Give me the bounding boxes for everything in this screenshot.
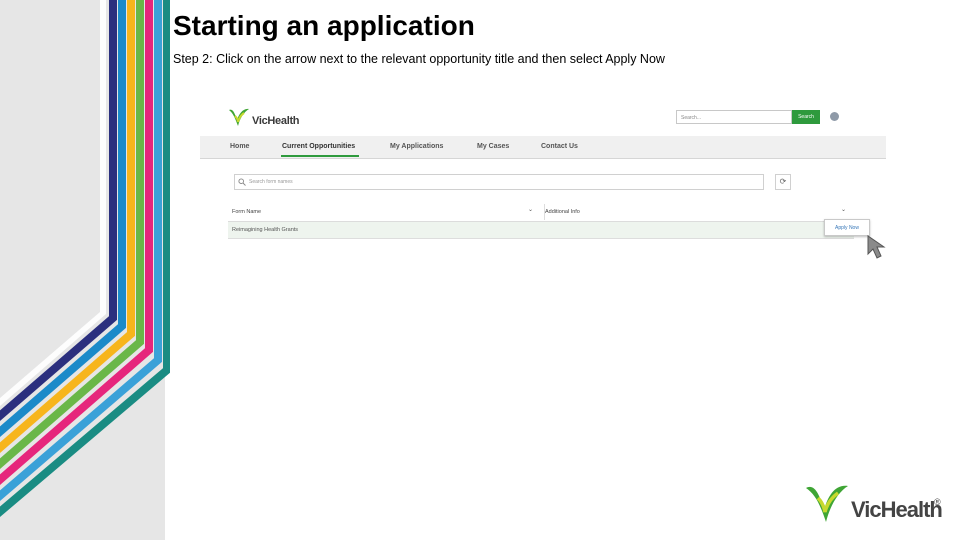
chevron-down-icon[interactable]: ⌄ (528, 206, 533, 213)
form-search-input[interactable]: Search form names (234, 174, 764, 190)
nav-current-opportunities[interactable]: Current Opportunities (282, 143, 355, 150)
footer-trademark: ® (934, 497, 941, 507)
apply-now-button[interactable]: Apply Now (824, 219, 870, 236)
refresh-icon[interactable]: ⟳ (775, 174, 791, 190)
footer-brand-text: VicHealth (851, 497, 943, 522)
user-icon[interactable] (830, 112, 839, 121)
nav-my-cases[interactable]: My Cases (477, 143, 509, 150)
nav-home[interactable]: Home (230, 143, 249, 150)
portal-logo[interactable]: VicHealth (227, 106, 300, 130)
mouse-cursor-icon (867, 235, 886, 259)
portal-search-button[interactable]: Search (792, 110, 820, 124)
vichealth-logo-icon (229, 108, 249, 126)
table-cell-form-name: Reimagining Health Grants (232, 227, 299, 233)
portal-search-input[interactable]: Search... (676, 110, 792, 124)
portal-nav: Home Current Opportunities My Applicatio… (200, 136, 886, 159)
nav-my-applications[interactable]: My Applications (390, 143, 443, 150)
stripe-navy (0, 0, 117, 421)
footer-logo: VicHealth ® (803, 480, 943, 525)
decorative-stripes (0, 0, 170, 518)
column-header-form-name[interactable]: Form Name (232, 204, 538, 220)
table-row[interactable] (228, 222, 854, 239)
chevron-down-icon[interactable]: ⌄ (841, 206, 846, 213)
portal-brand-text: VicHealth (252, 115, 300, 127)
vichealth-logo-icon (806, 485, 848, 522)
slide-title: Starting an application (173, 10, 475, 41)
nav-contact-us[interactable]: Contact Us (541, 143, 578, 150)
slide-subtitle: Step 2: Click on the arrow next to the r… (173, 52, 665, 66)
nav-active-underline (281, 155, 359, 157)
column-header-additional-info[interactable]: Additional Info (544, 204, 853, 220)
portal-screenshot: VicHealth Search... Search Home Current … (200, 100, 886, 260)
